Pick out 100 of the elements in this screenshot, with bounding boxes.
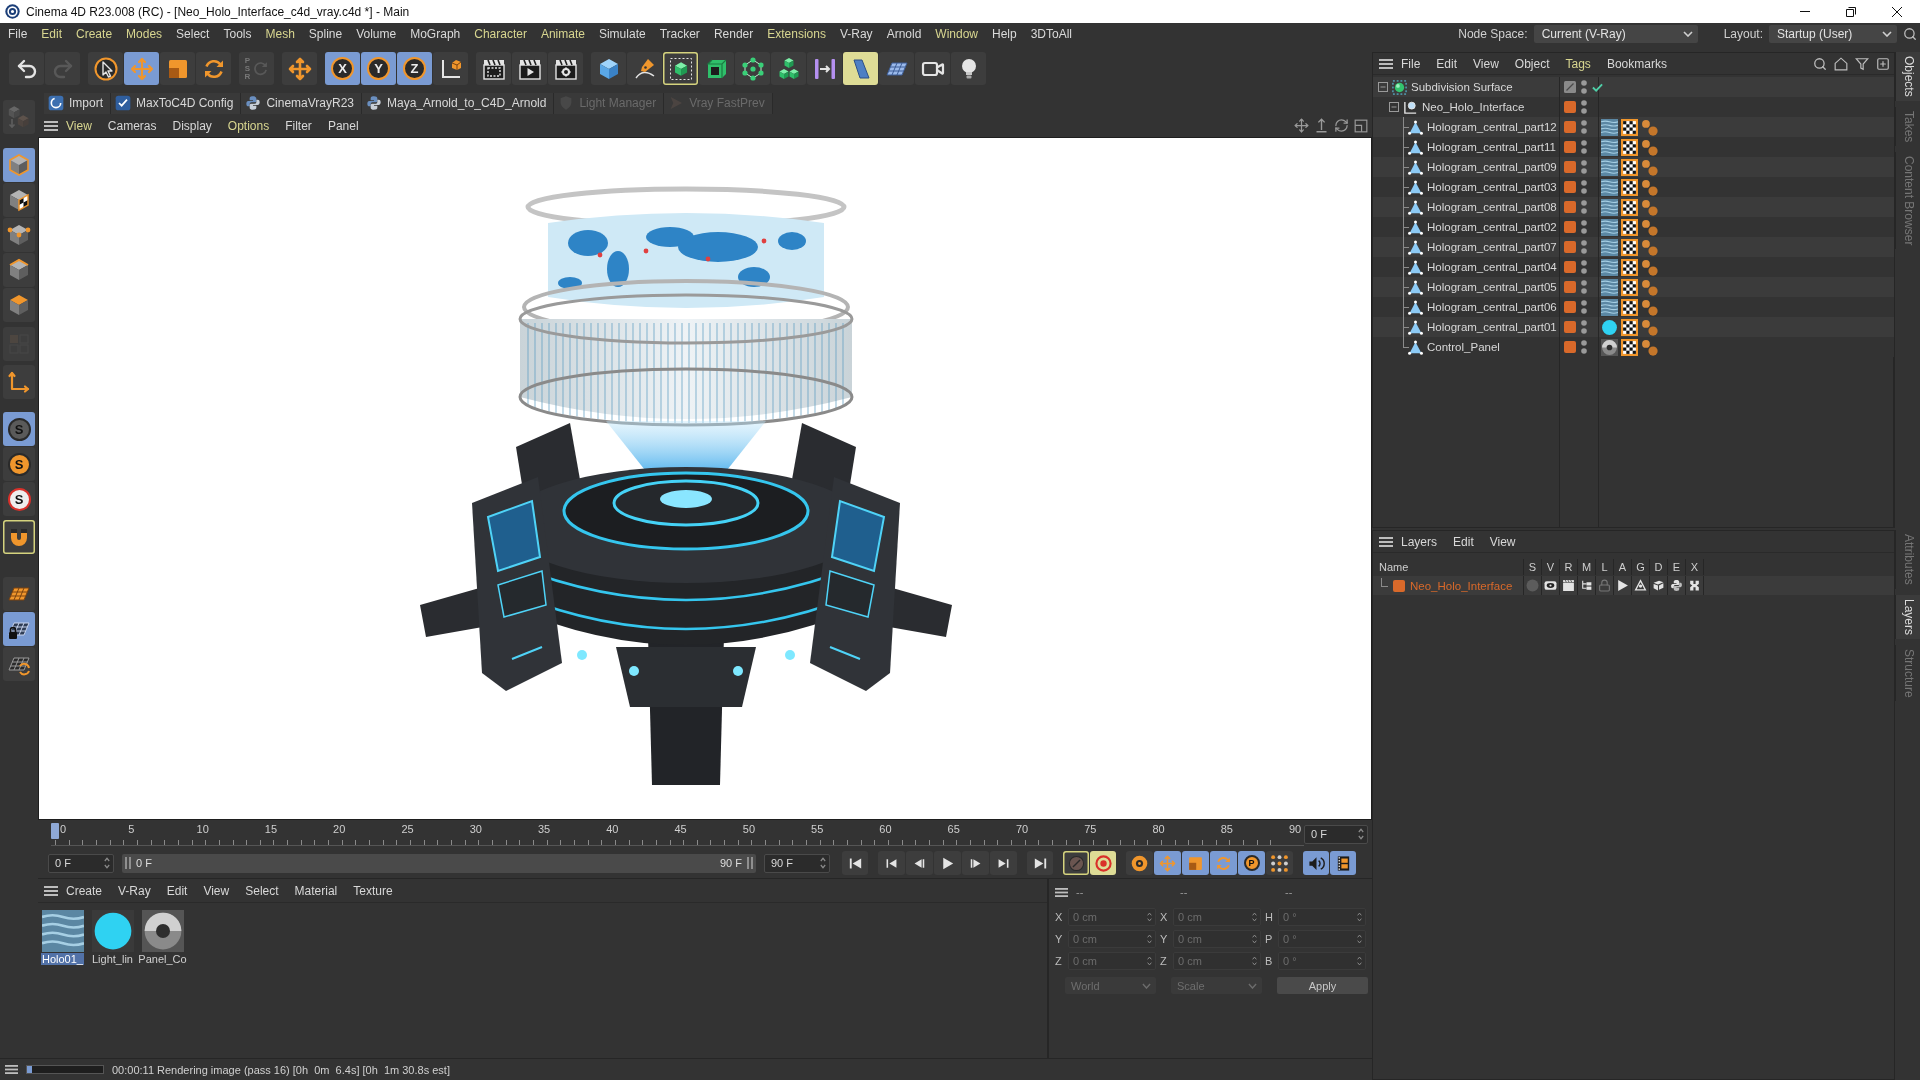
menu-item[interactable]: Tags — [1557, 56, 1599, 71]
menu-item[interactable]: Extensions — [760, 27, 833, 41]
viewport[interactable] — [38, 137, 1372, 820]
two-dots-icon[interactable] — [1581, 340, 1587, 354]
magnet-button[interactable] — [3, 520, 35, 554]
material-name[interactable]: Light_lin — [91, 953, 134, 965]
layer-color-icon[interactable] — [1564, 101, 1576, 113]
key-pla-button[interactable] — [1266, 851, 1293, 875]
clapperboard-icon[interactable] — [1562, 579, 1575, 592]
material-name[interactable]: Panel_Co — [137, 953, 188, 965]
two-dots-icon[interactable] — [1581, 140, 1587, 154]
menu-item[interactable]: Mesh — [258, 27, 302, 41]
node-space-dropdown[interactable]: Current (V-Ray) — [1533, 25, 1698, 43]
plugin-button[interactable]: Import — [44, 92, 111, 114]
wave-texture-icon[interactable] — [1601, 138, 1618, 156]
object-name[interactable]: Control_Panel — [1427, 341, 1500, 353]
object-name[interactable]: Hologram_central_part09 — [1427, 161, 1557, 173]
texture-button[interactable] — [3, 183, 35, 217]
layer-color-icon[interactable] — [1564, 281, 1576, 293]
menu-icon[interactable] — [1055, 887, 1068, 897]
play-icon[interactable] — [1616, 579, 1629, 592]
phong-spheres-icon[interactable] — [1641, 138, 1658, 156]
phong-spheres-icon[interactable] — [1641, 118, 1658, 136]
menu-item[interactable]: Texture — [345, 883, 401, 898]
snap-quantize-button[interactable]: S — [3, 447, 35, 481]
menu-item[interactable]: Edit — [34, 27, 70, 41]
next-frame-button[interactable] — [962, 851, 989, 875]
object-name[interactable]: Hologram_central_part01 — [1427, 321, 1557, 333]
object-name[interactable]: Hologram_central_part06 — [1427, 301, 1557, 313]
panel-tab[interactable]: Objects — [1895, 52, 1920, 101]
play-button[interactable] — [934, 851, 961, 875]
phong-spheres-icon[interactable] — [1641, 158, 1658, 176]
two-dots-icon[interactable] — [1581, 80, 1587, 94]
eye-icon[interactable] — [1544, 579, 1557, 592]
menu-item[interactable]: Display — [164, 118, 220, 133]
wave-texture-icon[interactable] — [1601, 198, 1618, 216]
box-icon[interactable] — [1652, 579, 1665, 592]
menu-item[interactable]: Edit — [1445, 534, 1482, 549]
layer-color-icon[interactable] — [1564, 181, 1576, 193]
menu-item[interactable]: MoGraph — [403, 27, 468, 41]
two-dots-icon[interactable] — [1581, 200, 1587, 214]
axis-button[interactable]: Y — [361, 52, 396, 85]
two-dots-icon[interactable] — [1581, 240, 1587, 254]
end-frame-field[interactable]: 90 F — [764, 853, 830, 873]
phong-spheres-icon[interactable] — [1641, 258, 1658, 276]
light-button[interactable] — [951, 52, 986, 85]
menu-item[interactable]: Edit — [158, 883, 196, 898]
layer-color-icon[interactable] — [1564, 341, 1576, 353]
menu-item[interactable]: Tracker — [652, 27, 707, 41]
timeline-track[interactable]: 0 5 10 15 20 25 30 35 40 45 50 55 60 65 70 75 80 85 90 — [51, 822, 1304, 846]
phong-spheres-icon[interactable] — [1641, 338, 1658, 356]
layer-color-icon[interactable] — [1564, 241, 1576, 253]
menu-item[interactable]: Layers — [1393, 534, 1446, 549]
wave-texture-icon[interactable] — [1601, 238, 1618, 256]
phong-spheres-icon[interactable] — [1641, 298, 1658, 316]
menu-item[interactable]: Help — [985, 27, 1024, 41]
phong-spheres-icon[interactable] — [1641, 178, 1658, 196]
menu-item[interactable]: View — [1481, 534, 1524, 549]
menu-item[interactable]: Object — [1506, 56, 1558, 71]
axis-move-button[interactable] — [282, 52, 317, 85]
two-dots-icon[interactable] — [1581, 160, 1587, 174]
material-name[interactable]: Holo01_ — [41, 953, 84, 965]
plugin-button[interactable]: MaxToC4D Config — [111, 92, 242, 114]
object-name[interactable]: Hologram_central_part11 — [1427, 141, 1556, 153]
menu-item[interactable]: Options — [219, 118, 278, 133]
checker-tag-icon[interactable] — [1621, 238, 1638, 256]
phong-spheres-icon[interactable] — [1641, 238, 1658, 256]
layer-color-icon[interactable] — [1564, 301, 1576, 313]
menu-item[interactable]: Create — [69, 27, 120, 41]
range-slider[interactable]: 0 F 90 F — [122, 853, 756, 873]
object-name[interactable]: Hologram_central_part04 — [1427, 261, 1557, 273]
hierarchy-icon[interactable] — [1580, 579, 1593, 592]
sphere-icon[interactable] — [91, 910, 134, 952]
slashed-square-icon[interactable] — [1564, 81, 1576, 93]
go-end-button[interactable] — [1027, 851, 1053, 875]
menu-item[interactable]: View — [195, 883, 238, 898]
prev-key-button[interactable] — [878, 851, 905, 875]
panel-tab[interactable]: Layers — [1895, 594, 1920, 639]
auto-key-button[interactable] — [1063, 851, 1089, 875]
menu-item[interactable]: Window — [928, 27, 985, 41]
two-dots-icon[interactable] — [1581, 300, 1587, 314]
two-dots-icon[interactable] — [1581, 320, 1587, 334]
two-dots-icon[interactable] — [1581, 100, 1587, 114]
dot-icon[interactable] — [1526, 579, 1539, 592]
layer-color-icon[interactable] — [1564, 141, 1576, 153]
two-dots-icon[interactable] — [1581, 220, 1587, 234]
layout-dropdown[interactable]: Startup (User) — [1769, 25, 1897, 43]
menu-icon[interactable] — [5, 1065, 18, 1074]
axis-button[interactable]: Z — [397, 52, 432, 85]
checker-tag-icon[interactable] — [1621, 318, 1638, 336]
object-name[interactable]: Hologram_central_part08 — [1427, 201, 1557, 213]
prev-frame-button[interactable] — [906, 851, 933, 875]
up-arrow-icon[interactable] — [1314, 118, 1329, 133]
menu-item[interactable]: Tools — [216, 27, 259, 41]
menu-item[interactable]: Select — [237, 883, 287, 898]
menu-item[interactable]: Arnold — [879, 27, 929, 41]
current-frame-field[interactable]: 0 F — [1304, 824, 1368, 844]
menu-item[interactable]: Select — [169, 27, 217, 41]
menu-item[interactable]: Modes — [119, 27, 170, 41]
edges-button[interactable] — [3, 253, 35, 287]
